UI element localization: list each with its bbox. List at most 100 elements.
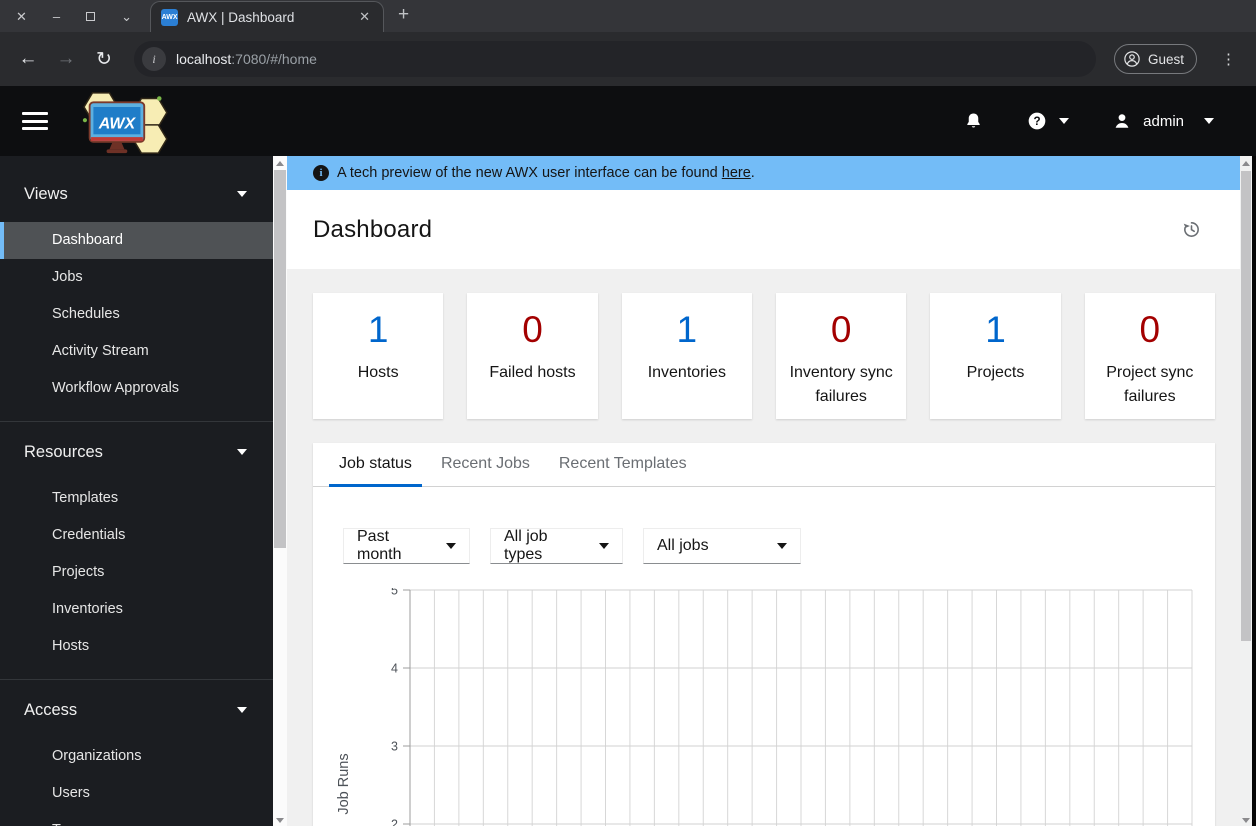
guest-avatar-icon (1124, 51, 1140, 67)
sidebar-item-inventories[interactable]: Inventories (0, 591, 273, 628)
tech-preview-banner: i A tech preview of the new AWX user int… (287, 156, 1240, 190)
tab-close-icon[interactable]: ✕ (356, 9, 373, 25)
summary-card-failed-hosts[interactable]: 0 Failed hosts (467, 293, 598, 419)
nav-group-label: Resources (24, 442, 103, 461)
chevron-down-icon (599, 543, 609, 549)
username-label: admin (1143, 112, 1184, 130)
select-value: All jobs (657, 537, 709, 554)
chevron-down-icon (446, 543, 456, 549)
chevron-down-icon (237, 707, 247, 713)
nav-group-title-resources[interactable]: Resources (0, 432, 273, 472)
profile-guest-button[interactable]: Guest (1113, 44, 1197, 74)
svg-text:2: 2 (391, 818, 398, 826)
summary-card-inventory-sync-failures[interactable]: 0 Inventory sync failures (775, 293, 907, 419)
info-icon: i (313, 165, 329, 181)
sidebar-item-credentials[interactable]: Credentials (0, 517, 273, 554)
browser-menu-icon[interactable]: ⋮ (1213, 50, 1244, 68)
address-bar[interactable]: i localhost:7080/#/home (134, 41, 1096, 77)
summary-card-project-sync-failures[interactable]: 0 Project sync failures (1084, 293, 1215, 419)
sidebar-item-templates[interactable]: Templates (0, 480, 273, 517)
filter-select-past-month[interactable]: Past month (343, 528, 470, 564)
card-label: Inventory sync failures (789, 364, 893, 406)
help-icon: ? (1028, 112, 1046, 130)
profile-guest-label: Guest (1147, 51, 1184, 67)
nav-group-title-views[interactable]: Views (0, 174, 273, 214)
summary-cards-row: 1 Hosts 0 Failed hosts 1 Inventories 0 Inventor… (287, 269, 1240, 419)
refresh-history-button[interactable] (1178, 217, 1204, 243)
svg-text:Job Runs: Job Runs (336, 753, 352, 814)
banner-text: A tech preview of the new AWX user inter… (337, 165, 755, 181)
new-tab-button[interactable]: + (398, 4, 409, 32)
sidebar-item-schedules[interactable]: Schedules (0, 296, 273, 333)
tab-recent-jobs[interactable]: Recent Jobs (431, 444, 540, 487)
page-scrollbar[interactable] (1240, 156, 1252, 826)
sidebar-item-activity-stream[interactable]: Activity Stream (0, 333, 273, 370)
job-status-card: Job status Recent Jobs Recent Templates Pa… (313, 443, 1215, 826)
chart-filters: Past month All job types All jobs (313, 487, 1215, 564)
awx-logo[interactable]: AWX (68, 91, 173, 155)
awx-favicon-icon: AWX (161, 8, 179, 26)
back-button[interactable]: ← (12, 43, 44, 75)
window-maximize-button[interactable] (86, 11, 96, 21)
sidebar-item-hosts[interactable]: Hosts (0, 628, 273, 665)
window-close-button[interactable]: ✕ (16, 10, 27, 23)
svg-text:AWX: AWX (98, 116, 137, 133)
scroll-up-arrow[interactable] (1240, 156, 1252, 170)
chevron-down-icon (1059, 118, 1070, 124)
scroll-up-arrow[interactable] (273, 156, 287, 170)
nav-items: Dashboard Jobs Schedules Activity Stream Wor… (0, 222, 273, 407)
nav-group-title-access[interactable]: Access (0, 690, 273, 730)
page-header: Dashboard (287, 190, 1240, 269)
sidebar-item-workflow-approvals[interactable]: Workflow Approvals (0, 370, 273, 407)
sidebar-item-dashboard[interactable]: Dashboard (0, 222, 273, 259)
filter-select-all-job-types[interactable]: All job types (490, 528, 623, 564)
svg-text:3: 3 (391, 740, 398, 754)
forward-button[interactable]: → (50, 43, 82, 75)
main-content: i A tech preview of the new AWX user int… (287, 156, 1240, 826)
summary-card-hosts[interactable]: 1 Hosts (313, 293, 444, 419)
card-value: 0 (1139, 309, 1161, 350)
nav-group-views: Views Dashboard Jobs Schedules Activity Stre… (0, 174, 273, 422)
nav-items: OrganizationsUsersTeams (0, 738, 273, 826)
page-scrollbar-thumb[interactable] (1241, 171, 1251, 641)
tab-job-status[interactable]: Job status (329, 444, 422, 487)
filter-select-all-jobs[interactable]: All jobs (643, 528, 801, 564)
select-value: Past month (357, 528, 402, 563)
summary-card-projects[interactable]: 1 Projects (930, 293, 1061, 419)
sidebar-item-jobs[interactable]: Jobs (0, 259, 273, 296)
card-value: 0 (830, 309, 852, 350)
svg-text:4: 4 (391, 662, 398, 676)
chevron-down-icon (777, 543, 787, 549)
card-value: 1 (676, 309, 698, 350)
window-minimize-button[interactable]: – (53, 10, 60, 23)
reload-button[interactable]: ↻ (88, 43, 120, 75)
tab-recent-templates[interactable]: Recent Templates (549, 444, 697, 487)
tab-overview-button[interactable]: ⌄ (121, 10, 132, 23)
nav-group-label: Access (24, 700, 78, 719)
sidebar-item-teams[interactable]: Teams (0, 812, 273, 826)
nav-toggle-hamburger-icon[interactable] (22, 112, 48, 130)
window-edge (1252, 156, 1256, 826)
site-info-icon[interactable]: i (142, 47, 166, 71)
sidebar-item-projects[interactable]: Projects (0, 554, 273, 591)
sidebar-nav: Views Dashboard Jobs Schedules Activity Stre… (0, 156, 273, 826)
card-value: 0 (522, 309, 543, 350)
summary-card-inventories[interactable]: 1 Inventories (621, 293, 752, 419)
scroll-down-arrow[interactable] (273, 813, 287, 826)
notifications-button[interactable] (964, 111, 983, 131)
user-menu-dropdown[interactable]: admin (1113, 112, 1214, 130)
sidebar-scrollbar[interactable] (273, 156, 287, 826)
tab-title: AWX | Dashboard (187, 9, 295, 25)
card-label: Project sync failures (1106, 364, 1194, 406)
sidebar-item-users[interactable]: Users (0, 775, 273, 812)
bell-icon (967, 113, 980, 128)
job-status-chart: 5 4 3 2 Job Runs (336, 588, 1193, 826)
sidebar-scrollbar-thumb[interactable] (274, 170, 286, 548)
scroll-down-arrow[interactable] (1240, 813, 1252, 826)
help-dropdown[interactable]: ? (1027, 111, 1070, 131)
sidebar-item-organizations[interactable]: Organizations (0, 738, 273, 775)
browser-tab-awx-dashboard[interactable]: AWX AWX | Dashboard ✕ (150, 1, 385, 32)
card-value: 1 (367, 309, 389, 350)
tech-preview-link[interactable]: here (722, 165, 751, 181)
card-label: Projects (966, 364, 1025, 382)
